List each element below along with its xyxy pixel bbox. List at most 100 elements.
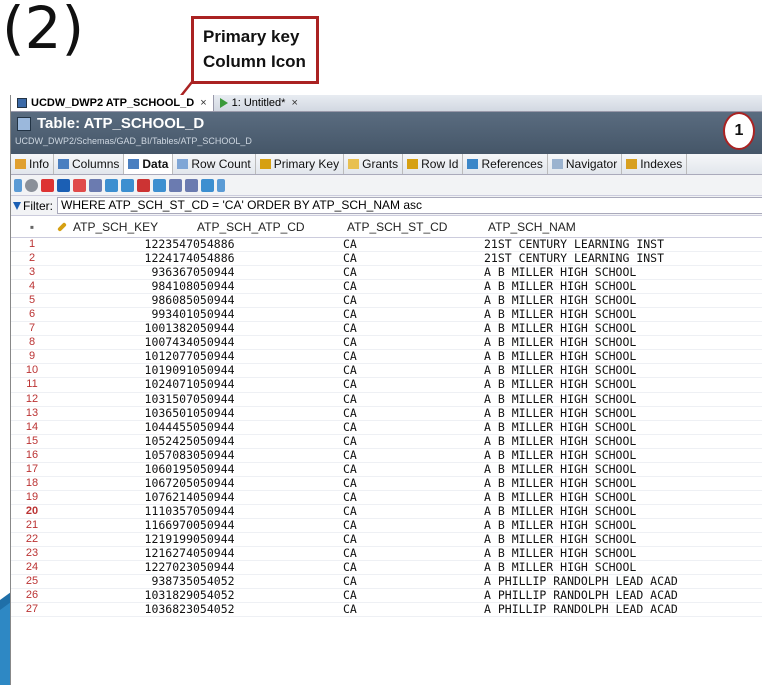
cell-atp-sch-key[interactable]: 1223547 [53,237,193,253]
delete-row-icon[interactable] [137,178,150,192]
tab-data[interactable]: Data [124,154,174,174]
row-number[interactable]: 19 [11,490,53,505]
cell-atp-sch-key[interactable]: 1067205 [53,476,193,491]
cell-atp-sch-st-cd[interactable]: CA [343,560,484,576]
cell-atp-sch-nam[interactable]: A B MILLER HIGH SCHOOL [484,392,762,407]
cell-atp-sch-atp-cd[interactable]: 050944 [193,392,343,407]
cell-atp-sch-st-cd[interactable]: CA [343,546,484,562]
table-row[interactable]: 7 1001382 050944 CA A B MILLER HIGH SCHOOL [11,321,762,337]
table-row[interactable]: 2 1224174 054886 CA 21ST CENTURY LEARNING IN… [11,251,762,267]
row-number[interactable]: 14 [11,420,53,435]
cell-atp-sch-st-cd[interactable]: CA [343,462,484,477]
tab-grants[interactable]: Grants [344,154,404,174]
cell-atp-sch-key[interactable]: 1007434 [53,335,193,351]
cell-atp-sch-st-cd[interactable]: CA [343,420,484,435]
cell-atp-sch-key[interactable]: 1044455 [53,420,193,435]
refresh-icon[interactable] [14,178,22,192]
table-row[interactable]: 18 1067205 050944 CA A B MILLER HIGH SCHOOL [11,476,762,491]
table-row[interactable]: 8 1007434 050944 CA A B MILLER HIGH SCHOOL [11,335,762,351]
row-number[interactable]: 11 [11,377,53,393]
cell-atp-sch-st-cd[interactable]: CA [343,588,484,604]
cell-atp-sch-atp-cd[interactable]: 054886 [193,251,343,267]
cell-atp-sch-key[interactable]: 1031507 [53,392,193,407]
single-record-icon[interactable] [185,178,198,192]
tab-indexes[interactable]: Indexes [622,154,688,174]
row-number[interactable]: 9 [11,349,53,365]
cell-atp-sch-key[interactable]: 1052425 [53,434,193,449]
table-row[interactable]: 3 936367 050944 CA A B MILLER HIGH SCHOOL [11,265,762,281]
row-number[interactable]: 7 [11,321,53,337]
cell-atp-sch-nam[interactable]: A B MILLER HIGH SCHOOL [484,321,762,337]
export-icon[interactable] [41,178,54,192]
commit-icon[interactable] [153,178,166,192]
cell-atp-sch-st-cd[interactable]: CA [343,237,484,253]
cell-atp-sch-key[interactable]: 936367 [53,265,193,281]
table-row[interactable]: 11 1024071 050944 CA A B MILLER HIGH SCHOOL [11,377,762,393]
row-number[interactable]: 13 [11,406,53,421]
cell-atp-sch-nam[interactable]: A B MILLER HIGH SCHOOL [484,476,762,491]
grid-icon[interactable] [105,178,118,192]
tab-row-id[interactable]: Row Id [403,154,464,174]
cell-atp-sch-atp-cd[interactable]: 050944 [193,518,343,533]
cell-atp-sch-atp-cd[interactable]: 050944 [193,420,343,435]
cell-atp-sch-key[interactable]: 1166970 [53,518,193,533]
cell-atp-sch-atp-cd[interactable]: 050944 [193,476,343,491]
cell-atp-sch-key[interactable]: 1110357 [53,504,193,519]
cell-atp-sch-key[interactable]: 1224174 [53,251,193,267]
row-number[interactable]: 20 [11,504,53,519]
more-icon[interactable] [201,178,214,192]
table-row[interactable]: 1 1223547 054886 CA 21ST CENTURY LEARNING IN… [11,237,762,253]
table-row[interactable]: 23 1216274 050944 CA A B MILLER HIGH SCHOOL [11,546,762,562]
cell-atp-sch-atp-cd[interactable]: 050944 [193,349,343,365]
cell-atp-sch-atp-cd[interactable]: 054886 [193,237,343,253]
cell-atp-sch-atp-cd[interactable]: 050944 [193,490,343,505]
table-row[interactable]: 16 1057083 050944 CA A B MILLER HIGH SCHOOL [11,448,762,463]
cell-atp-sch-atp-cd[interactable]: 050944 [193,321,343,337]
column-header-atp-sch-nam[interactable]: ATP_SCH_NAM [484,216,762,238]
cell-atp-sch-nam[interactable]: A B MILLER HIGH SCHOOL [484,434,762,449]
tab-atp-school-d[interactable]: UCDW_DWP2 ATP_SCHOOL_D × [11,95,214,111]
cell-atp-sch-atp-cd[interactable]: 050944 [193,293,343,309]
cell-atp-sch-nam[interactable]: A B MILLER HIGH SCHOOL [484,504,762,519]
column-header-atp-sch-atp-cd[interactable]: ATP_SCH_ATP_CD [193,216,343,238]
cell-atp-sch-st-cd[interactable]: CA [343,265,484,281]
cell-atp-sch-st-cd[interactable]: CA [343,335,484,351]
cell-atp-sch-atp-cd[interactable]: 050944 [193,434,343,449]
filter-input[interactable]: WHERE ATP_SCH_ST_CD = 'CA' ORDER BY ATP_… [57,197,762,214]
cell-atp-sch-atp-cd[interactable]: 050944 [193,532,343,548]
row-number[interactable]: 10 [11,363,53,379]
cell-atp-sch-atp-cd[interactable]: 050944 [193,377,343,393]
table-row[interactable]: 9 1012077 050944 CA A B MILLER HIGH SCHOOL [11,349,762,365]
cell-atp-sch-key[interactable]: 993401 [53,307,193,323]
cell-atp-sch-atp-cd[interactable]: 054052 [193,602,343,618]
cell-atp-sch-nam[interactable]: A B MILLER HIGH SCHOOL [484,307,762,323]
cell-atp-sch-key[interactable]: 1001382 [53,321,193,337]
cell-atp-sch-st-cd[interactable]: CA [343,392,484,407]
cell-atp-sch-nam[interactable]: A B MILLER HIGH SCHOOL [484,279,762,295]
cell-atp-sch-atp-cd[interactable]: 050944 [193,279,343,295]
table-row[interactable]: 14 1044455 050944 CA A B MILLER HIGH SCHOOL [11,420,762,435]
row-number[interactable]: 3 [11,265,53,281]
row-number[interactable]: 8 [11,335,53,351]
cell-atp-sch-nam[interactable]: A B MILLER HIGH SCHOOL [484,532,762,548]
column-header-atp-sch-st-cd[interactable]: ATP_SCH_ST_CD [343,216,484,238]
tab-untitled[interactable]: 1: Untitled* × [214,95,304,111]
cell-atp-sch-nam[interactable]: A B MILLER HIGH SCHOOL [484,560,762,576]
cell-atp-sch-nam[interactable]: A B MILLER HIGH SCHOOL [484,490,762,505]
cell-atp-sch-st-cd[interactable]: CA [343,532,484,548]
cell-atp-sch-atp-cd[interactable]: 050944 [193,406,343,421]
cell-atp-sch-st-cd[interactable]: CA [343,279,484,295]
table-row[interactable]: 17 1060195 050944 CA A B MILLER HIGH SCHOOL [11,462,762,477]
cell-atp-sch-key[interactable]: 1060195 [53,462,193,477]
cell-atp-sch-atp-cd[interactable]: 050944 [193,448,343,463]
cell-atp-sch-atp-cd[interactable]: 050944 [193,265,343,281]
cell-atp-sch-st-cd[interactable]: CA [343,602,484,618]
grid-view-icon[interactable] [121,178,134,192]
cell-atp-sch-key[interactable]: 1036823 [53,602,193,618]
table-row[interactable]: 4 984108 050944 CA A B MILLER HIGH SCHOOL [11,279,762,295]
cell-atp-sch-nam[interactable]: A B MILLER HIGH SCHOOL [484,448,762,463]
table-row[interactable]: 22 1219199 050944 CA A B MILLER HIGH SCHOOL [11,532,762,548]
cell-atp-sch-nam[interactable]: A B MILLER HIGH SCHOOL [484,265,762,281]
row-number[interactable]: 26 [11,588,53,604]
table-row[interactable]: 25 938735 054052 CA A PHILLIP RANDOLPH LEAD … [11,574,762,590]
